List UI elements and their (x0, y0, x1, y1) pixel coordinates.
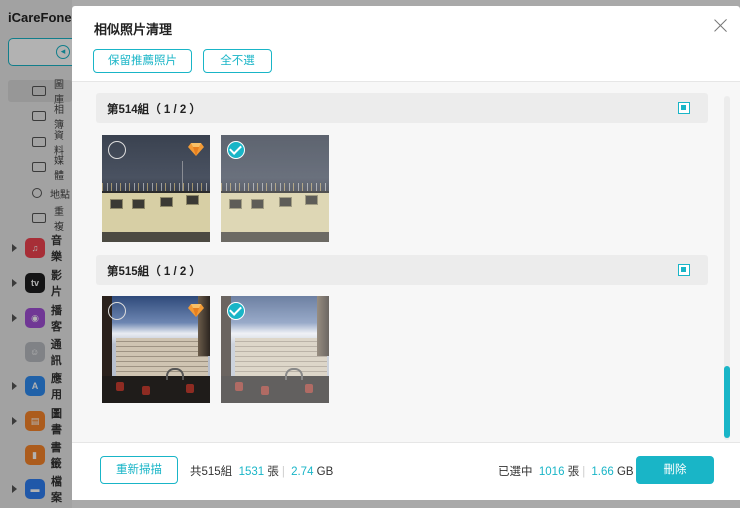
photo-groups-list: 第514組（ 1 / 2 ） 第515組（ 1 / 2 ） (72, 81, 740, 443)
close-icon[interactable] (714, 18, 728, 32)
select-circle-icon[interactable] (108, 141, 126, 159)
group-header: 第515組（ 1 / 2 ） (96, 255, 708, 285)
group-title: 第514組 (107, 104, 150, 116)
similar-photos-dialog: 相似照片清理 保留推薦照片 全不選 第514組（ 1 / 2 ） 第515組（ … (72, 6, 740, 500)
group-title: 第515組 (107, 266, 150, 278)
selected-check-icon[interactable] (227, 141, 245, 159)
selected-stats: 已選中 1016 張 | 1.66 GB (498, 466, 634, 478)
selected-count: 1016 (538, 466, 565, 478)
photo-thumbnail[interactable] (102, 135, 210, 242)
selected-size: 1.66 (591, 466, 614, 478)
group-select-checkbox[interactable] (678, 264, 690, 276)
delete-button[interactable]: 刪除 (636, 456, 714, 484)
group-select-checkbox[interactable] (678, 102, 690, 114)
selected-check-icon[interactable] (227, 302, 245, 320)
deselect-all-button[interactable]: 全不選 (203, 49, 272, 73)
keep-recommended-button[interactable]: 保留推薦照片 (93, 49, 192, 73)
group-count: （ 1 / 2 ） (149, 266, 201, 278)
group-header: 第514組（ 1 / 2 ） (96, 93, 708, 123)
photo-thumbnail[interactable] (102, 296, 210, 403)
total-size: 2.74 (291, 466, 314, 478)
scrollbar[interactable] (724, 96, 730, 440)
rescan-button[interactable]: 重新掃描 (100, 456, 178, 484)
photo-thumbnail[interactable] (221, 296, 329, 403)
dialog-title: 相似照片清理 (94, 22, 173, 37)
recommended-diamond-icon (188, 143, 204, 156)
recommended-diamond-icon (188, 304, 204, 317)
group-count: （ 1 / 2 ） (149, 104, 201, 116)
total-count: 1531 (238, 466, 265, 478)
scrollbar-thumb[interactable] (724, 366, 730, 438)
total-stats: 共515組 1531 張 | 2.74 GB (190, 466, 334, 478)
photo-thumbnail[interactable] (221, 135, 329, 242)
select-circle-icon[interactable] (108, 302, 126, 320)
dialog-footer: 重新掃描 共515組 1531 張 | 2.74 GB 已選中 1016 張 | 1… (72, 443, 740, 500)
